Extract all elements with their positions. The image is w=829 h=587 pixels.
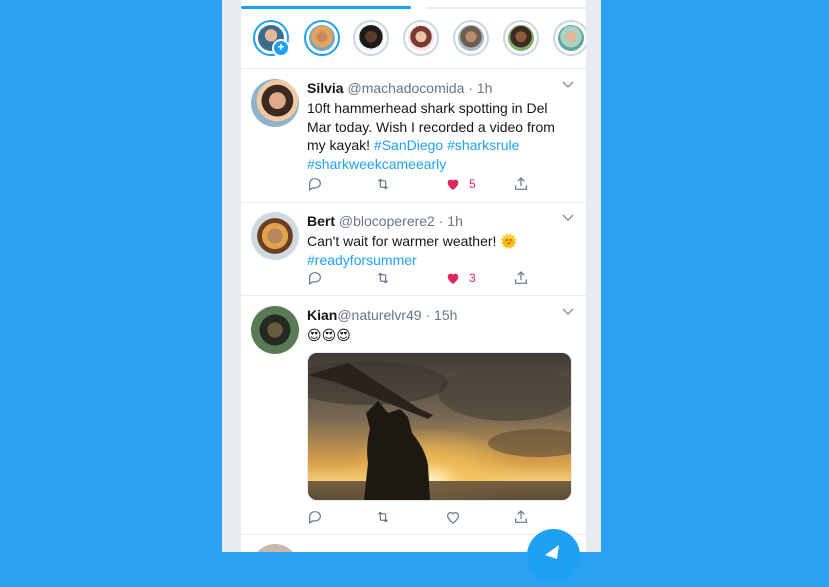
- device-frame-right: [586, 0, 601, 552]
- next-tweet-partial: [251, 544, 299, 552]
- user-handle[interactable]: @naturelvr49: [337, 307, 421, 323]
- chevron-down-icon[interactable]: [562, 308, 574, 316]
- device-frame-left: [222, 0, 241, 552]
- tab-indicator: [241, 0, 586, 12]
- tab-home-active[interactable]: [241, 6, 411, 9]
- display-name[interactable]: Kian: [307, 307, 337, 323]
- tweet-body: Can't wait for warmer weather!: [307, 233, 497, 249]
- tweet-header: Silvia @machadocomida · 1h: [307, 79, 572, 97]
- tweet-text: 10ft hammerhead shark spotting in Del Ma…: [307, 99, 572, 173]
- share-icon[interactable]: [513, 269, 529, 287]
- display-name[interactable]: Silvia: [307, 80, 344, 96]
- surfer-sunset-photo: [308, 353, 571, 500]
- share-icon[interactable]: [513, 508, 529, 526]
- like-count: 3: [469, 271, 476, 285]
- chevron-down-icon[interactable]: [562, 214, 574, 222]
- hashtag-link[interactable]: #sharksrule: [447, 137, 519, 153]
- fleets-row: +: [241, 12, 586, 69]
- fleet-avatar[interactable]: [353, 20, 389, 56]
- fleet-avatar[interactable]: [503, 20, 539, 56]
- fleet-avatar[interactable]: [553, 20, 586, 56]
- hashtag-link[interactable]: #SanDiego: [374, 137, 443, 153]
- tweet-card[interactable]: Silvia @machadocomida · 1h 10ft hammerhe…: [241, 69, 586, 203]
- fleet-avatar[interactable]: [304, 20, 340, 56]
- fleet-own-avatar[interactable]: +: [253, 20, 290, 57]
- hashtag-link[interactable]: #readyforsummer: [307, 252, 417, 268]
- compose-button[interactable]: [527, 529, 580, 582]
- retweet-icon[interactable]: [375, 269, 391, 287]
- tweet-header: Kian@naturelvr49 · 15h: [307, 306, 572, 324]
- display-name[interactable]: Bert: [307, 213, 335, 229]
- avatar[interactable]: [251, 306, 299, 354]
- tweet-body: 😍😍😍: [307, 327, 351, 343]
- fleet-avatar[interactable]: [403, 20, 439, 56]
- tweet-text: Can't wait for warmer weather! 🌞 #readyf…: [307, 232, 572, 269]
- share-icon[interactable]: [513, 175, 529, 193]
- retweet-icon[interactable]: [375, 175, 391, 193]
- tweet-card[interactable]: Kian@naturelvr49 · 15h 😍😍😍: [241, 296, 586, 535]
- timestamp: · 15h: [425, 307, 458, 323]
- compose-icon: [545, 545, 559, 559]
- chevron-down-icon[interactable]: [562, 81, 574, 89]
- tweet-header: Bert @blocoperere2 · 1h: [307, 212, 572, 230]
- user-handle[interactable]: @blocoperere2: [339, 213, 435, 229]
- retweet-icon[interactable]: [375, 508, 391, 526]
- like-icon[interactable]: 3: [445, 269, 476, 287]
- like-count: 5: [469, 177, 476, 191]
- like-icon[interactable]: [445, 508, 461, 526]
- tweet-text: 😍😍😍: [307, 326, 572, 345]
- tab-latest[interactable]: [427, 7, 586, 9]
- fleet-avatar[interactable]: [453, 20, 489, 56]
- timestamp: · 1h: [468, 80, 493, 96]
- sun-emoji: 🌞: [500, 233, 518, 249]
- timestamp: · 1h: [438, 213, 463, 229]
- reply-icon[interactable]: [307, 269, 323, 287]
- tweet-photo[interactable]: [307, 352, 572, 501]
- add-fleet-icon[interactable]: +: [272, 39, 290, 57]
- like-icon[interactable]: 5: [445, 175, 476, 193]
- tweet-card[interactable]: Bert @blocoperere2 · 1h Can't wait for w…: [241, 202, 586, 296]
- avatar[interactable]: [251, 79, 299, 127]
- hashtag-link[interactable]: #sharkweekcameearly: [307, 156, 446, 172]
- user-handle[interactable]: @machadocomida: [347, 80, 464, 96]
- avatar: [251, 544, 299, 552]
- reply-icon[interactable]: [307, 508, 323, 526]
- avatar[interactable]: [251, 212, 299, 260]
- reply-icon[interactable]: [307, 175, 323, 193]
